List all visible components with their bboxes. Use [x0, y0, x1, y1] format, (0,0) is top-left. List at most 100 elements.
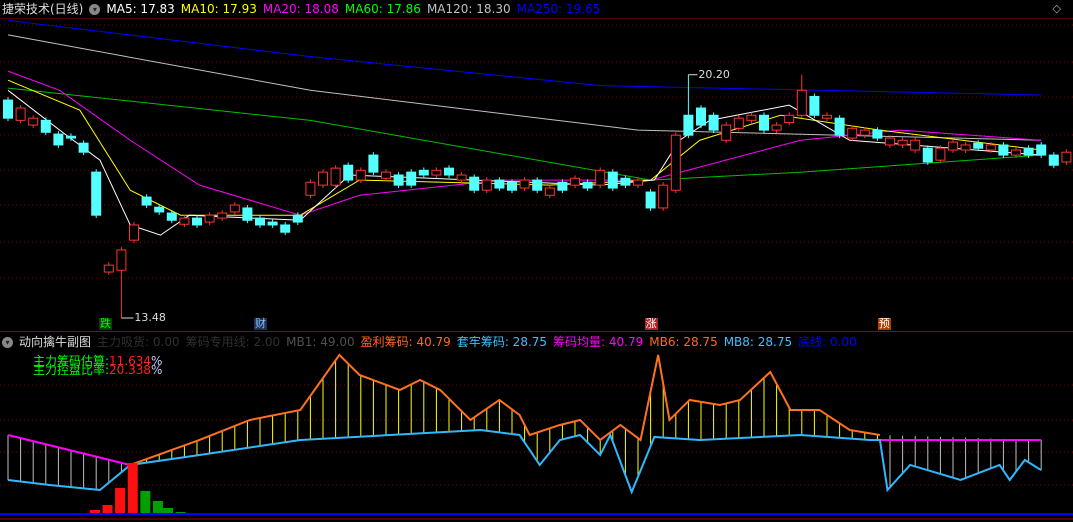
candle-up [318, 171, 328, 186]
indicator-legend-item: 盈利筹码: 40.79 [360, 335, 451, 349]
candle-down [708, 114, 719, 131]
candle-down [166, 212, 177, 221]
control-ratio-label: 主力控盘比率: [33, 363, 110, 377]
candle-down [620, 177, 631, 186]
candle-up [204, 214, 215, 223]
candle-down [973, 142, 984, 149]
candle-up [217, 212, 228, 219]
candle-up [481, 179, 492, 191]
ma-legend-item: MA5: 17.83 [106, 2, 175, 16]
candle-up [229, 204, 240, 213]
candle-up [948, 141, 958, 151]
chevron-down-icon[interactable]: ▾ [2, 336, 13, 348]
candle-up [570, 177, 580, 186]
candle-up [456, 174, 467, 181]
candle-up [658, 184, 669, 209]
candle-up [129, 224, 139, 241]
candle-down [872, 129, 883, 139]
event-marker[interactable]: 财 [254, 318, 267, 330]
candle-up [355, 169, 366, 181]
candle-down [418, 169, 429, 176]
candle-down [809, 95, 820, 116]
event-marker[interactable]: 涨 [644, 318, 658, 330]
candle-up [544, 187, 555, 196]
candle-down [78, 142, 89, 153]
candle-down [998, 144, 1009, 156]
candle-down [53, 133, 64, 146]
ma-legend-item: MA250: 19.65 [516, 2, 601, 16]
candle-up [103, 264, 114, 273]
volume-bar-red [102, 505, 113, 513]
volume-bar-green [175, 512, 186, 513]
candle-down [507, 181, 517, 191]
candle-down [40, 119, 51, 133]
volume-bar-green [163, 508, 174, 513]
indicator-legend-item: MB8: 28.75 [723, 335, 793, 349]
candle-down [280, 224, 291, 233]
low-price-label: 13.48 [134, 311, 166, 324]
candle-down [255, 217, 265, 226]
candle-down [242, 207, 253, 221]
candle-down [66, 135, 76, 139]
candle-up [985, 144, 996, 151]
candle-down [469, 176, 480, 191]
candle-up [330, 167, 341, 186]
candle-up [859, 129, 870, 136]
candle-up [431, 169, 442, 176]
candle-down [267, 221, 278, 226]
event-marker[interactable]: 跌 [99, 318, 113, 330]
ma-legend-item: MA60: 17.86 [344, 2, 421, 16]
candle-down [1048, 154, 1059, 166]
candle-down [683, 114, 694, 136]
candle-down [696, 107, 706, 126]
candle-up [595, 169, 606, 186]
candle-up [885, 137, 895, 146]
candle-up [935, 147, 946, 161]
high-price-label: 20.20 [698, 67, 730, 81]
ma-legend-item: MA10: 17.93 [180, 2, 257, 16]
candle-down [1023, 147, 1034, 156]
chevron-down-icon[interactable]: ▾ [89, 3, 101, 15]
candle-up [28, 117, 39, 126]
indicator-legend-item: 底线: 0.00 [798, 335, 857, 349]
stock-title: 捷荣技术(日线) [2, 2, 84, 16]
ma-line-ma250 [7, 19, 1042, 96]
ma-line-ma10 [7, 79, 1042, 216]
indicator-legend-item: MB6: 28.75 [649, 335, 718, 349]
ma-line-ma5 [7, 89, 1042, 236]
candle-up [670, 134, 681, 191]
avg-chips-line [7, 434, 131, 466]
candle-up [381, 171, 391, 179]
candle-down [607, 171, 618, 189]
candle-down [1036, 144, 1047, 156]
main-legend: 捷荣技术(日线) ▾ MA5: 17.83 MA10: 17.93 MA20: 18… [2, 1, 600, 17]
volume-bar-red [89, 510, 100, 513]
candle-up [116, 249, 127, 271]
candle-down [343, 164, 354, 181]
sub-title: 动向擒牛副图 [19, 335, 92, 349]
ma-line-ma60 [7, 87, 1042, 181]
candle-up [15, 107, 26, 121]
chevron-up-icon[interactable]: ◇ [1053, 2, 1061, 15]
price-chart[interactable] [0, 0, 1073, 522]
candle-up [179, 217, 190, 225]
candle-up [746, 114, 757, 121]
candle-down [922, 147, 933, 163]
candle-up [1011, 149, 1021, 156]
main-control-ratio: 主力控盘比率:20.338% [33, 364, 162, 376]
candle-up [519, 179, 530, 189]
indicator-legend-item: 主力吸货: 0.00 [97, 335, 180, 349]
candle-up [633, 179, 643, 186]
ma-line-ma120 [7, 34, 1042, 141]
candle-up [847, 127, 858, 139]
candle-up [733, 117, 744, 129]
candle-up [960, 144, 971, 151]
sub-legend: ▾ 动向擒牛副图 主力吸货: 0.00 筹码专用线: 2.00 MB1: 49.00… [2, 334, 857, 350]
indicator-legend-item: 套牢筹码: 28.75 [456, 335, 548, 349]
candle-down [582, 181, 593, 189]
candle-up [1061, 151, 1072, 163]
candle-down [91, 171, 102, 216]
candle-down [406, 171, 417, 186]
event-marker[interactable]: 预 [877, 318, 891, 330]
candle-up [784, 114, 795, 124]
